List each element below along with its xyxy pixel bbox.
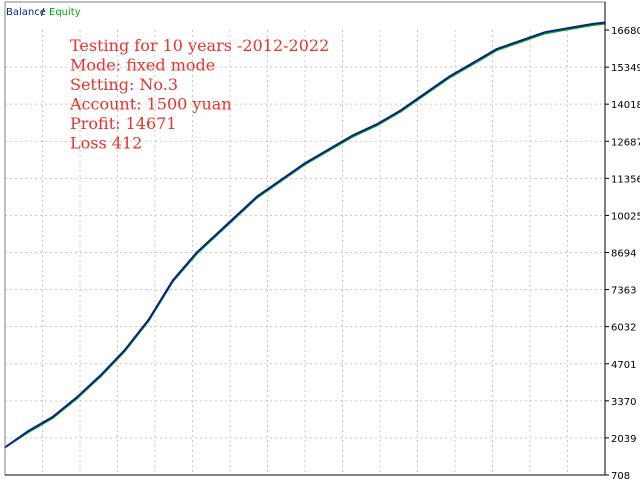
annotation-line: Mode: fixed mode	[70, 56, 215, 75]
chart-legend: Balance / Equity	[6, 7, 81, 18]
y-tick-label: 8694	[611, 249, 636, 260]
balance-point	[520, 39, 522, 42]
annotation-line: Profit: 14671	[70, 114, 177, 133]
balance-point	[328, 148, 330, 151]
balance-point	[448, 76, 450, 78]
y-tick-label: 6032	[611, 323, 636, 334]
balance-point	[376, 123, 378, 125]
y-tick-label: 4701	[611, 360, 636, 371]
y-tick-label: 15349	[611, 63, 640, 74]
annotation-line: Loss 412	[70, 134, 142, 153]
balance-point	[400, 109, 402, 112]
balance-point	[544, 31, 546, 34]
balance-point	[256, 195, 258, 198]
annotation-line: Testing for 10 years -2012-2022	[70, 36, 329, 55]
balance-point	[100, 374, 102, 376]
balance-point	[214, 234, 216, 237]
balance-point	[52, 415, 54, 418]
balance-point	[76, 396, 78, 399]
y-tick-label: 708	[611, 471, 630, 480]
balance-point	[124, 349, 126, 351]
balance-point	[424, 92, 426, 95]
y-tick-label: 3370	[611, 397, 636, 408]
balance-point	[280, 179, 282, 181]
balance-point	[172, 279, 174, 281]
balance-point	[196, 251, 198, 254]
annotation-line: Setting: No.3	[70, 75, 178, 94]
annotation-line: Account: 1500 yuan	[69, 95, 232, 114]
balance-point	[352, 134, 354, 137]
y-tick-label: 7363	[611, 286, 636, 297]
chart-svg: 16680 15349 14018 12687 11356 10025 8694 7363 60…	[0, 0, 640, 482]
balance-point	[28, 429, 30, 432]
y-tick-label: 2039	[611, 434, 636, 445]
balance-point	[472, 62, 474, 64]
balance-point	[304, 162, 306, 164]
legend-balance-label: Balance	[6, 7, 46, 18]
balance-point	[496, 48, 498, 50]
y-tick-label: 14018	[611, 100, 640, 111]
y-tick-label: 11356	[611, 174, 640, 185]
y-tick-label: 10025	[611, 211, 640, 222]
balance-equity-chart: 16680 15349 14018 12687 11356 10025 8694 7363 60…	[0, 0, 640, 482]
legend-equity-label: Equity	[49, 7, 81, 18]
balance-point	[592, 23, 594, 25]
balance-point	[148, 318, 150, 320]
y-tick-label: 12687	[611, 137, 640, 148]
balance-point	[568, 27, 570, 29]
balance-point	[232, 218, 234, 220]
y-tick-label: 16680	[611, 26, 640, 37]
